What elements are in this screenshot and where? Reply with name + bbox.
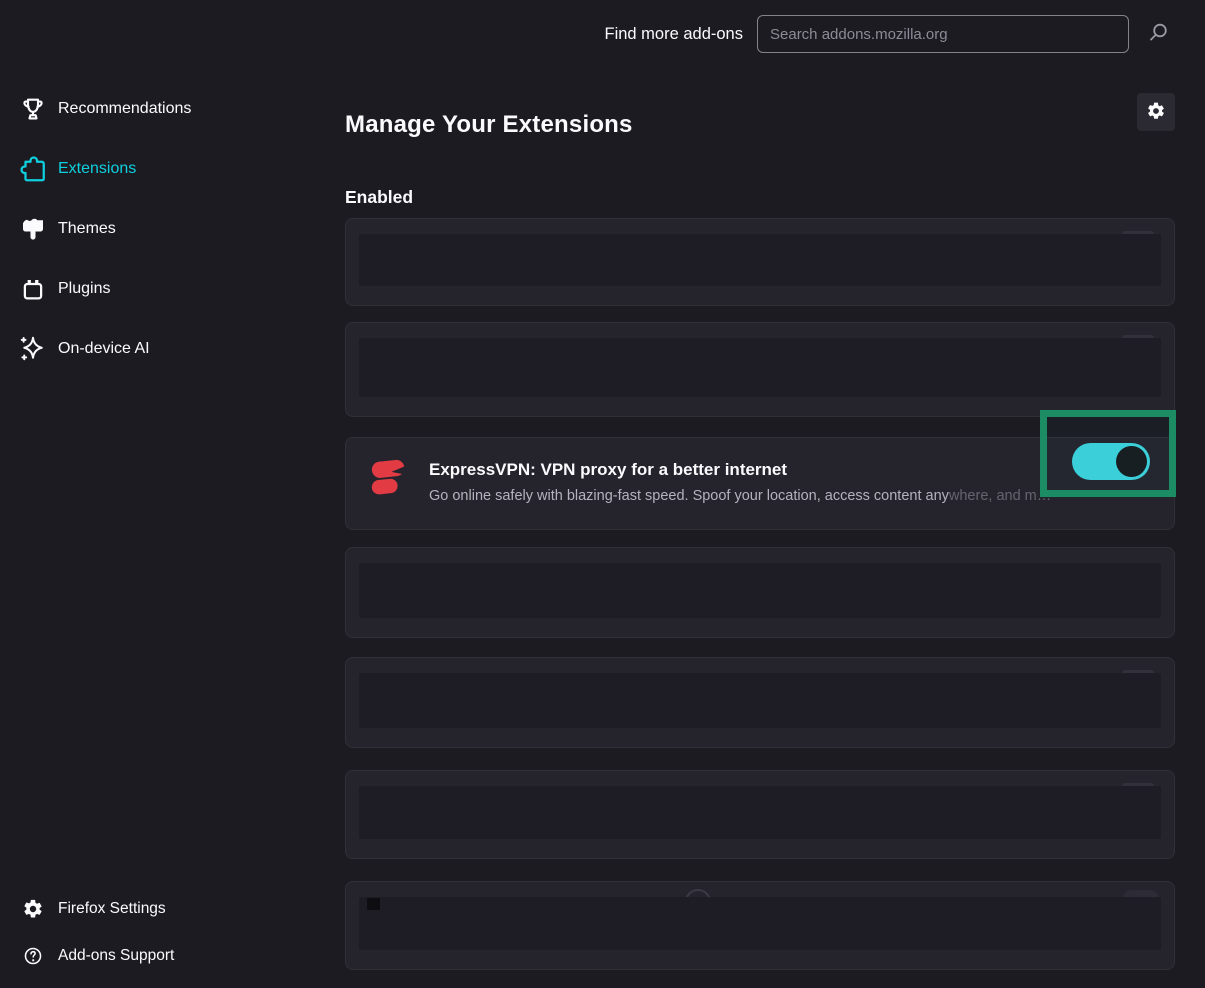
- card-redaction-block: [359, 673, 1161, 728]
- sidebar-item-recommendations[interactable]: Recommendations: [0, 79, 345, 139]
- placeholder-extension-card[interactable]: [345, 322, 1175, 417]
- extension-card[interactable]: ExpressVPN: VPN proxy for a better inter…: [345, 437, 1175, 530]
- header: Find more add-ons: [605, 15, 1174, 53]
- sidebar-item-label: Plugins: [58, 280, 110, 298]
- card-redaction-block: [359, 563, 1161, 618]
- sidebar-item-on-device-ai[interactable]: On-device AI: [0, 319, 345, 379]
- sidebar-item-plugins[interactable]: Plugins: [0, 259, 345, 319]
- placeholder-extension-card[interactable]: [345, 657, 1175, 748]
- placeholder-extension-card[interactable]: [345, 218, 1175, 306]
- gear-icon: [22, 898, 44, 920]
- sidebar-item-label: Add-ons Support: [58, 947, 174, 965]
- category-sidebar: Recommendations Extensions Themes Plugin…: [0, 79, 345, 379]
- extension-description: Go online safely with blazing-fast speed…: [429, 488, 1159, 504]
- trophy-icon: [18, 94, 48, 124]
- sidebar-item-label: Recommendations: [58, 100, 191, 118]
- redaction-square: [367, 898, 380, 910]
- sidebar-item-label: Firefox Settings: [58, 900, 166, 918]
- sparkle-icon: [18, 334, 48, 364]
- search-input[interactable]: [757, 15, 1129, 53]
- question-icon: [22, 945, 44, 967]
- sidebar-item-themes[interactable]: Themes: [0, 199, 345, 259]
- placeholder-extension-card[interactable]: [345, 770, 1175, 859]
- sidebar-item-add-ons-support[interactable]: Add-ons Support: [0, 932, 345, 979]
- expressvpn-logo: [366, 454, 412, 500]
- placeholder-extension-card[interactable]: [345, 881, 1175, 970]
- sidebar-footer: Firefox Settings Add-ons Support: [0, 885, 345, 979]
- sidebar-item-firefox-settings[interactable]: Firefox Settings: [0, 885, 345, 932]
- tools-for-all-addons-button[interactable]: [1137, 93, 1175, 131]
- magnifier-icon: [1146, 33, 1170, 48]
- gear-icon: [1146, 101, 1166, 124]
- search-button[interactable]: [1143, 19, 1173, 49]
- card-redaction-block: [359, 338, 1161, 397]
- page-title: Manage Your Extensions: [345, 111, 633, 139]
- card-redaction-block: [359, 897, 1161, 950]
- card-redaction-block: [359, 786, 1161, 839]
- placeholder-extension-card[interactable]: [345, 547, 1175, 638]
- plug-icon: [18, 274, 48, 304]
- sidebar-item-extensions[interactable]: Extensions: [0, 139, 345, 199]
- enabled-section-heading: Enabled: [345, 187, 413, 208]
- extension-toggle[interactable]: [1072, 443, 1150, 480]
- toggle-knob: [1116, 446, 1147, 477]
- find-more-addons-label: Find more add-ons: [605, 25, 744, 44]
- sidebar-item-label: Themes: [58, 220, 116, 238]
- puzzle-icon: [18, 154, 48, 184]
- sidebar-item-label: Extensions: [58, 160, 136, 178]
- card-redaction-block: [359, 234, 1161, 286]
- sidebar-item-label: On-device AI: [58, 340, 150, 358]
- extension-name[interactable]: ExpressVPN: VPN proxy for a better inter…: [429, 460, 787, 480]
- paintbrush-icon: [18, 214, 48, 244]
